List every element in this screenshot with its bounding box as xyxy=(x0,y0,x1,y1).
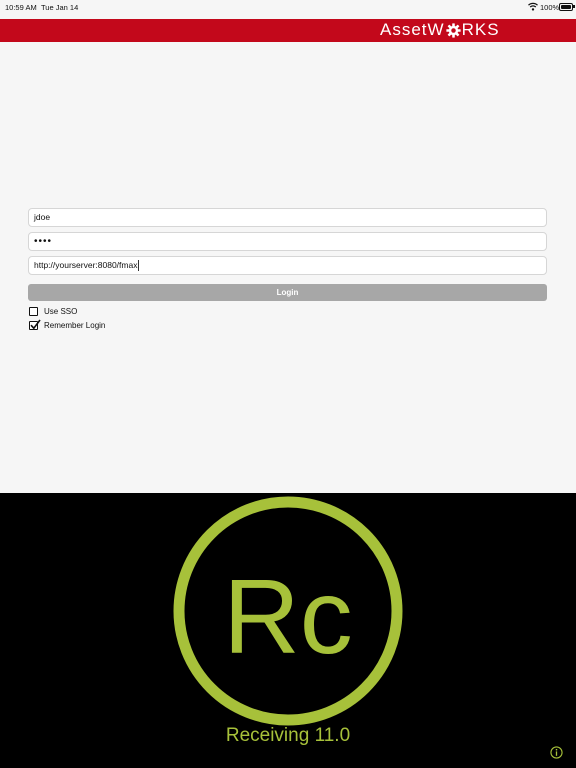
logo-text-w: W xyxy=(427,20,445,39)
receiving-logo: Rc xyxy=(173,496,403,726)
status-time: 10:59 AM xyxy=(5,3,37,12)
password-field[interactable]: •••• xyxy=(28,232,547,251)
logo-text: Rc xyxy=(223,558,353,676)
login-button[interactable]: Login xyxy=(28,284,547,301)
username-value: jdoe xyxy=(34,212,51,222)
remember-login-checkbox[interactable] xyxy=(29,319,41,330)
use-sso-option[interactable]: Use SSO xyxy=(29,305,77,317)
server-url-field[interactable]: http://yourserver:8080/fmax xyxy=(28,256,547,275)
app-caption: Receiving 11.0 xyxy=(225,725,351,746)
assetworks-logo: Asset W RKS xyxy=(380,20,500,40)
brand-header: Asset W RKS xyxy=(0,19,576,42)
app-splash: Rc Receiving 11.0 xyxy=(0,493,576,768)
battery-tip xyxy=(573,5,575,8)
checkmark-icon xyxy=(30,319,41,329)
logo-text-asset: Asset xyxy=(380,20,428,39)
wifi-icon xyxy=(528,2,538,11)
use-sso-checkbox[interactable] xyxy=(29,306,38,316)
status-date: Tue Jan 14 xyxy=(41,3,79,12)
remember-login-label: Remember Login xyxy=(44,320,106,330)
server-url-value: http://yourserver:8080/fmax xyxy=(34,260,138,270)
username-field[interactable]: jdoe xyxy=(28,208,547,227)
text-cursor xyxy=(138,260,140,272)
gear-icon xyxy=(445,22,461,38)
status-bar: 10:59 AM Tue Jan 14 100% xyxy=(0,0,576,17)
logo-text-rks: RKS xyxy=(461,20,500,39)
battery-icon xyxy=(559,3,573,11)
info-icon[interactable] xyxy=(550,746,563,759)
use-sso-label: Use SSO xyxy=(44,306,78,316)
remember-login-option[interactable]: Remember Login xyxy=(29,319,105,331)
battery-percent: 100% xyxy=(540,3,560,12)
password-value: •••• xyxy=(34,236,53,247)
